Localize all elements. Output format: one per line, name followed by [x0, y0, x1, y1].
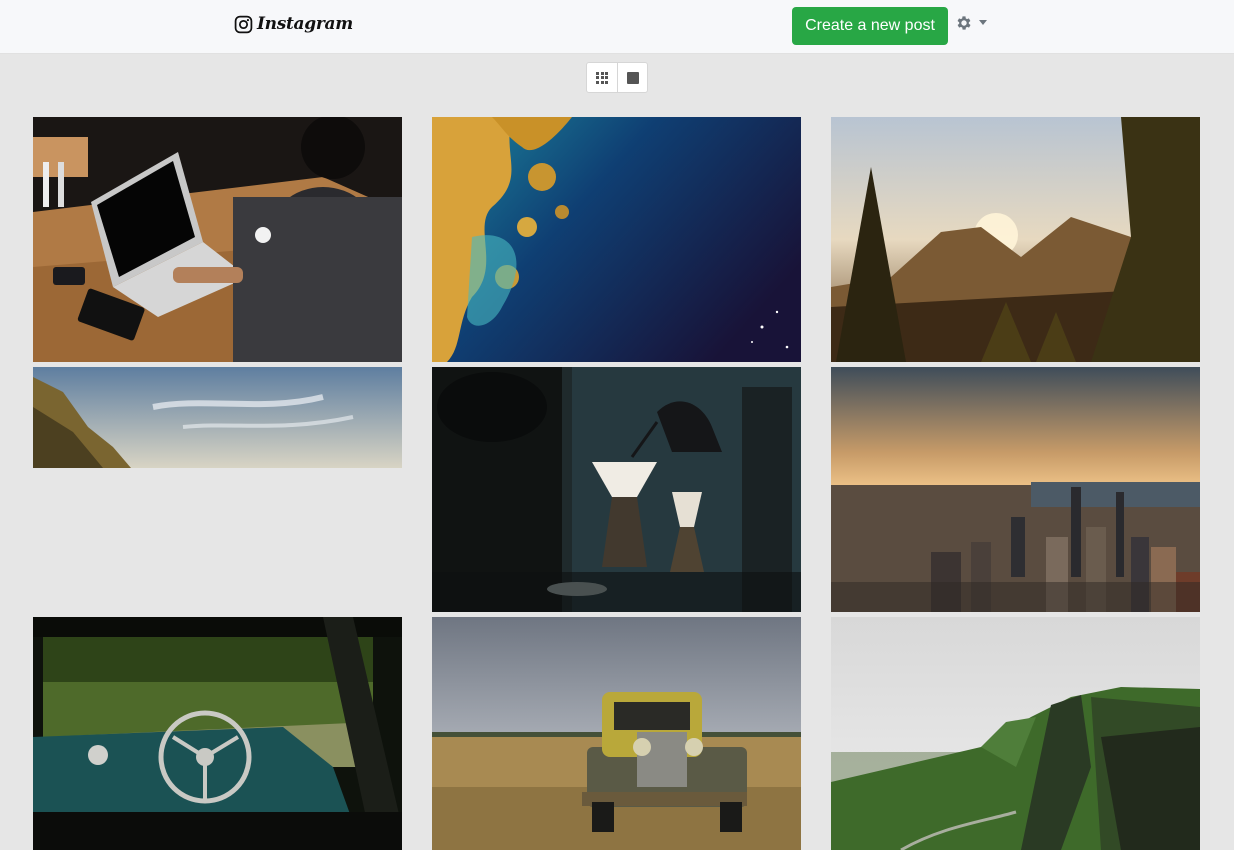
- brand-name: Instagram: [257, 14, 353, 34]
- caret-down-icon: [979, 19, 987, 25]
- create-post-button[interactable]: Create a new post: [792, 7, 948, 45]
- instagram-icon: [234, 15, 253, 33]
- post-image-city-skyline-sunset[interactable]: [831, 367, 1200, 612]
- brand-logo[interactable]: Instagram: [234, 14, 353, 34]
- single-view-button[interactable]: [617, 63, 647, 92]
- settings-dropdown[interactable]: [955, 14, 987, 32]
- post-image-aerial-coastline[interactable]: [432, 117, 801, 362]
- square-icon: [626, 71, 639, 84]
- post-image-rusty-truck-field[interactable]: [432, 617, 801, 850]
- grid-view-button[interactable]: [587, 63, 617, 92]
- post-image-green-hills[interactable]: [831, 617, 1200, 850]
- navbar: Instagram Create a new post: [0, 0, 1234, 54]
- post-image-cliff-sky[interactable]: [33, 367, 402, 468]
- post-image-laptop-desk[interactable]: [33, 117, 402, 362]
- grid-icon: [596, 71, 608, 84]
- gear-icon: [957, 16, 971, 30]
- post-image-forest-sunset[interactable]: [831, 117, 1200, 362]
- view-toggle: [586, 62, 648, 93]
- post-image-coffee-pour-over[interactable]: [432, 367, 801, 612]
- post-image-car-interior[interactable]: [33, 617, 402, 850]
